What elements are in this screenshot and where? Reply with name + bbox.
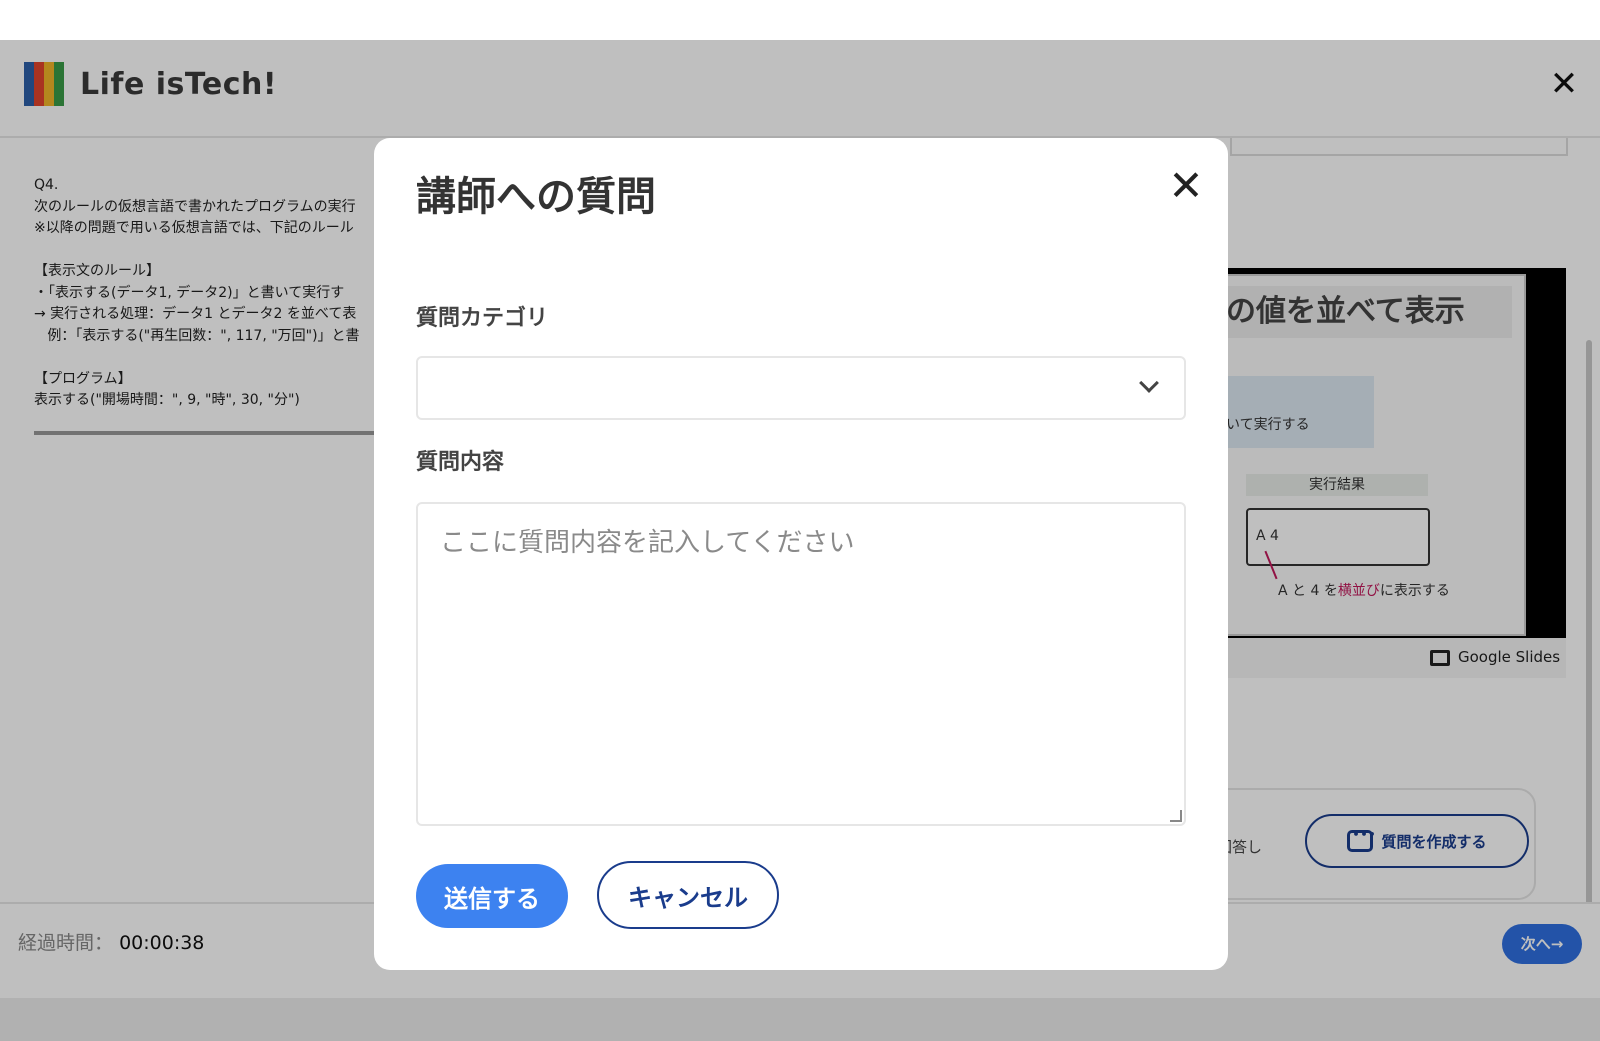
question-content-input[interactable] [416, 502, 1186, 826]
cancel-button[interactable]: キャンセル [597, 861, 779, 929]
category-label: 質問カテゴリ [416, 306, 549, 331]
modal-title: 講師への質問 [416, 174, 656, 220]
submit-button[interactable]: 送信する [416, 864, 568, 928]
question-modal: 講師への質問 ✕ 質問カテゴリ 質問内容 送信する キャンセル [374, 138, 1228, 970]
resize-handle-icon[interactable] [1170, 810, 1182, 822]
category-select[interactable] [416, 356, 1186, 420]
content-label: 質問内容 [416, 450, 505, 475]
close-icon[interactable]: ✕ [1166, 165, 1206, 207]
chevron-down-icon [1139, 373, 1159, 393]
top-strip [0, 0, 1600, 40]
